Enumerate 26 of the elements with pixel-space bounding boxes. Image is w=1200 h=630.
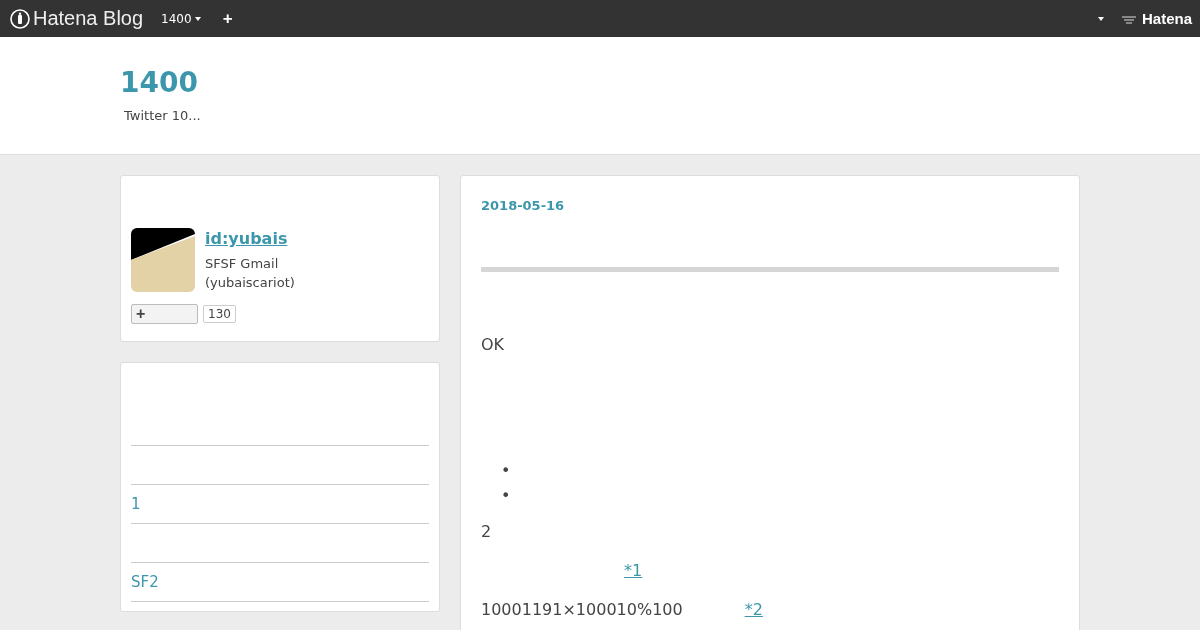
entry-paragraph: 2 <box>481 522 493 541</box>
brand-logo[interactable]: Hatena <box>1141 10 1192 27</box>
sidebar-link[interactable]: SF2 <box>131 573 159 591</box>
avatar-image <box>131 228 195 292</box>
brand-logo[interactable]: Hatena Blog <box>33 7 144 30</box>
blog-title[interactable]: 1400 <box>120 67 1200 99</box>
profile-description: (yubaiscariot) <box>205 274 295 292</box>
wave-icon <box>1121 13 1136 24</box>
bullet-point: • <box>501 485 512 507</box>
subscribe-button[interactable]: + <box>131 304 198 324</box>
entry-paragraph: 10001191×100010%100 <box>481 600 683 619</box>
footnote-link[interactable]: *2 <box>744 600 763 619</box>
bullet-point: • <box>501 460 512 482</box>
profile-id-link[interactable]: id:yubais <box>205 229 295 248</box>
logo-icon[interactable] <box>10 8 30 29</box>
caret-icon <box>194 16 201 21</box>
entry-paragraph: OK <box>481 335 506 354</box>
entry-date[interactable]: 2018-05-16 <box>481 198 1059 213</box>
blog-menu[interactable]: 1400 <box>161 11 201 26</box>
caret-icon[interactable] <box>1097 16 1104 21</box>
profile-description: SFSF Gmail <box>205 255 280 273</box>
add-button[interactable]: + <box>222 8 233 29</box>
subscriber-count: 130 <box>203 305 236 323</box>
sidebar-link[interactable]: 1 <box>131 495 141 513</box>
blog-description: Twitter 10... <box>124 108 202 123</box>
footnote-link[interactable]: *1 <box>624 561 643 580</box>
